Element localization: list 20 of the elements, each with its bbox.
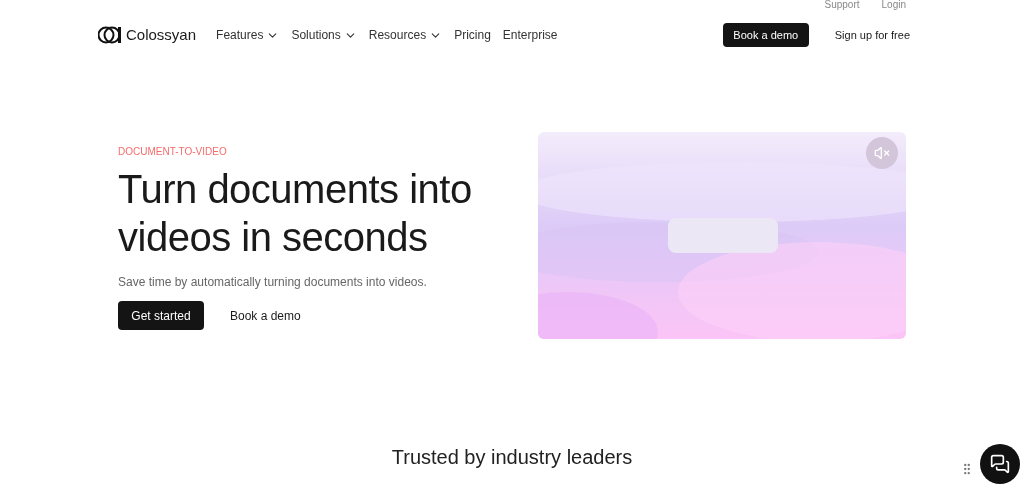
book-demo-button[interactable]: Book a demo	[722, 23, 809, 47]
nav-link[interactable]: Resources	[368, 26, 443, 44]
nav-link[interactable]: Solutions	[291, 26, 357, 44]
hero-subtitle: Save time by automatically turning documents into videos.	[118, 274, 428, 291]
top-link[interactable]: Login	[881, 0, 906, 10]
book-demo-link[interactable]: Book a demo	[230, 306, 301, 325]
sign-up-link[interactable]: Sign up for free	[834, 26, 910, 44]
nav-link[interactable]: Enterprise	[502, 26, 558, 44]
top-link[interactable]: Support	[824, 0, 860, 10]
nav-link[interactable]: Pricing	[454, 26, 491, 44]
mute-icon	[874, 145, 890, 161]
nav-link[interactable]: Features	[216, 26, 280, 44]
hero-heading: Turn documents into videos in seconds	[118, 166, 473, 261]
logo-text[interactable]: Colossyan	[126, 23, 197, 47]
trusted-heading: Trusted by industry leaders	[391, 445, 633, 470]
logo-icon	[98, 25, 122, 45]
eyebrow-label: DOCUMENT-TO-VIDEO	[118, 145, 228, 159]
chat-button[interactable]	[980, 444, 1020, 484]
get-started-button[interactable]: Get started	[118, 301, 204, 330]
chat-icon	[990, 454, 1010, 474]
